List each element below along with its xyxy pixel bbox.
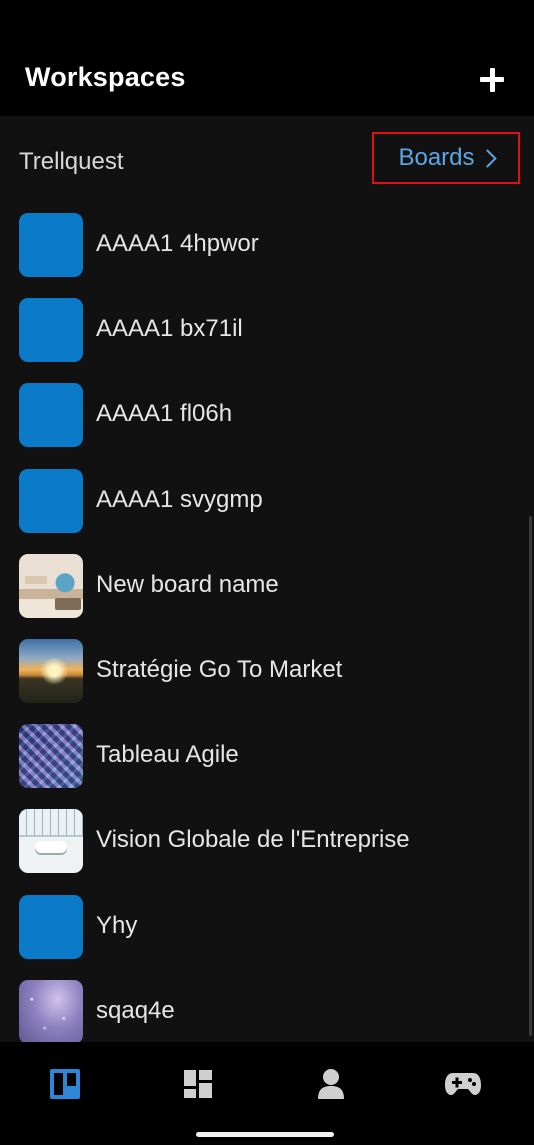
scrollbar[interactable]	[529, 516, 532, 1036]
board-item[interactable]: sqaq4e	[0, 973, 534, 1042]
profile-icon	[318, 1069, 344, 1099]
board-thumbnail-desk-photo	[19, 553, 83, 618]
board-name: Tableau Agile	[96, 741, 239, 769]
board-thumbnail	[19, 468, 83, 533]
board-name: Stratégie Go To Market	[96, 655, 343, 683]
boards-link-label: Boards	[398, 144, 475, 171]
board-item[interactable]: Vision Globale de l'Entreprise	[0, 802, 534, 887]
board-name: sqaq4e	[96, 996, 175, 1024]
app-bar: Workspaces	[0, 40, 534, 116]
nav-games-tab[interactable]	[443, 1064, 483, 1104]
board-name: AAAA1 bx71il	[96, 315, 243, 343]
board-thumbnail-office-photo	[19, 809, 83, 874]
board-thumbnail	[19, 894, 83, 959]
board-thumbnail-sunset-photo	[19, 638, 83, 703]
board-item[interactable]: AAAA1 bx71il	[0, 291, 534, 376]
board-item[interactable]: Tableau Agile	[0, 717, 534, 802]
board-thumbnail	[19, 213, 83, 277]
board-thumbnail	[19, 298, 83, 363]
board-item[interactable]: AAAA1 4hpwor	[0, 206, 534, 291]
board-name: AAAA1 4hpwor	[96, 230, 259, 257]
board-item[interactable]: AAAA1 svygmp	[0, 462, 534, 547]
workspace-name: Trellquest	[19, 148, 124, 175]
page-title: Workspaces	[25, 62, 186, 92]
nav-profile-tab[interactable]	[311, 1064, 351, 1104]
board-item[interactable]: Yhy	[0, 888, 534, 973]
board-item[interactable]: New board name	[0, 547, 534, 632]
board-thumbnail	[19, 383, 83, 448]
board-name: AAAA1 svygmp	[96, 485, 263, 513]
home-indicator[interactable]	[196, 1132, 334, 1137]
workspace-header: Trellquest Boards	[0, 116, 534, 206]
board-item[interactable]: AAAA1 fl06h	[0, 376, 534, 461]
add-workspace-button[interactable]	[472, 60, 512, 100]
chevron-right-icon	[477, 149, 497, 168]
board-item[interactable]: Stratégie Go To Market	[0, 632, 534, 717]
board-name: Vision Globale de l'Entreprise	[96, 826, 410, 854]
board-name: New board name	[96, 570, 279, 598]
status-bar	[0, 0, 534, 40]
dashboard-icon	[184, 1070, 212, 1098]
nav-dashboard-tab[interactable]	[178, 1064, 218, 1104]
bottom-navigation	[0, 1042, 534, 1145]
gamepad-icon	[445, 1073, 481, 1095]
board-thumbnail-cosmic-photo	[19, 979, 83, 1042]
nav-boards-tab[interactable]	[45, 1064, 85, 1104]
workspace-content[interactable]: Trellquest Boards AAAA1 4hpwor AAAA1 bx7…	[0, 116, 534, 1042]
board-name: AAAA1 fl06h	[96, 400, 233, 428]
boards-icon	[50, 1069, 80, 1099]
boards-link[interactable]: Boards	[372, 132, 520, 184]
board-thumbnail-architecture-photo	[19, 724, 83, 789]
board-list: AAAA1 4hpwor AAAA1 bx71il AAAA1 fl06h AA…	[0, 206, 534, 1042]
board-name: Yhy	[96, 911, 138, 939]
